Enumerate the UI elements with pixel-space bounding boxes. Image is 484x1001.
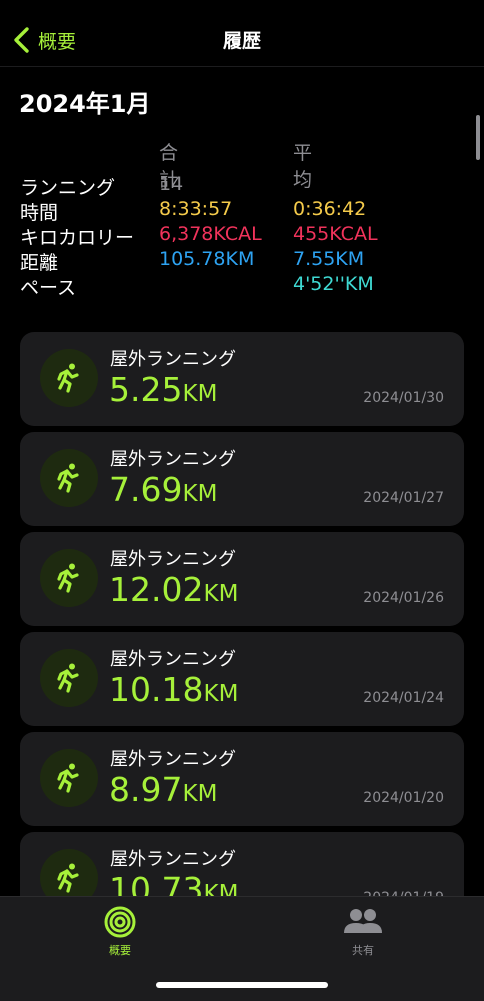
- summary-total: 8:33:57: [159, 198, 233, 220]
- distance-value: 7.69: [109, 470, 183, 509]
- workout-card[interactable]: 屋外ランニング 8.97KM 2024/01/20: [20, 732, 464, 826]
- running-icon-badge: [40, 649, 98, 707]
- distance-unit: KM: [203, 681, 239, 707]
- scroll-indicator[interactable]: [476, 115, 480, 160]
- running-figure-icon: [57, 563, 79, 593]
- summary-total: 6,378KCAL: [159, 223, 262, 245]
- distance-unit: KM: [203, 581, 239, 607]
- summary-label: 距離: [20, 252, 59, 274]
- summary-average: 4'52''KM: [293, 273, 374, 295]
- workout-title: 屋外ランニング: [110, 349, 236, 370]
- running-figure-icon: [57, 463, 79, 493]
- workout-title: 屋外ランニング: [110, 649, 236, 670]
- summary-total: 105.78KM: [159, 248, 255, 270]
- workout-title: 屋外ランニング: [110, 449, 236, 470]
- tab-label: 共有: [352, 944, 374, 957]
- workout-card[interactable]: 屋外ランニング 7.69KM 2024/01/27: [20, 432, 464, 526]
- navigation-bar: 概要 履歴: [0, 0, 484, 67]
- running-figure-icon: [57, 363, 79, 393]
- workout-distance: 7.69KM: [109, 470, 217, 514]
- workout-date: 2024/01/26: [363, 590, 444, 606]
- running-figure-icon: [57, 663, 79, 693]
- distance-unit: KM: [182, 381, 218, 407]
- summary-label: ペース: [20, 277, 77, 299]
- summary-average: 0:36:42: [293, 198, 367, 220]
- running-figure-icon: [57, 863, 79, 893]
- workout-card[interactable]: 屋外ランニング 12.02KM 2024/01/26: [20, 532, 464, 626]
- workout-distance: 8.97KM: [109, 770, 217, 814]
- workout-distance: 10.18KM: [109, 670, 238, 714]
- running-figure-icon: [57, 763, 79, 793]
- distance-value: 10.18: [109, 670, 204, 709]
- month-title: 2024年1月: [19, 90, 151, 118]
- people-icon: [344, 909, 382, 933]
- workout-card[interactable]: 屋外ランニング 5.25KM 2024/01/30: [20, 332, 464, 426]
- distance-unit: KM: [182, 481, 218, 507]
- running-icon-badge: [40, 749, 98, 807]
- workout-date: 2024/01/27: [363, 490, 444, 506]
- workout-title: 屋外ランニング: [110, 749, 236, 770]
- workout-distance: 12.02KM: [109, 570, 238, 614]
- workout-date: 2024/01/24: [363, 690, 444, 706]
- workout-card[interactable]: 屋外ランニング 10.18KM 2024/01/24: [20, 632, 464, 726]
- page-title: 履歴: [222, 30, 261, 52]
- workout-title: 屋外ランニング: [110, 549, 236, 570]
- summary-label: キロカロリー: [20, 227, 135, 249]
- distance-value: 12.02: [109, 570, 204, 609]
- summary-label: 時間: [20, 202, 59, 224]
- tab-label: 概要: [109, 944, 131, 957]
- summary-label: ランニング: [20, 177, 116, 199]
- distance-value: 5.25: [109, 370, 183, 409]
- tab-summary[interactable]: 概要: [60, 897, 180, 967]
- workout-date: 2024/01/30: [363, 390, 444, 406]
- summary-total: 14: [159, 173, 184, 195]
- running-icon-badge: [40, 349, 98, 407]
- tab-sharing[interactable]: 共有: [303, 897, 423, 967]
- home-indicator[interactable]: [156, 982, 328, 988]
- summary-average: 7.55KM: [293, 248, 365, 270]
- average-column-header: 平均: [293, 142, 313, 191]
- distance-unit: KM: [182, 781, 218, 807]
- activity-rings-icon: [104, 906, 136, 938]
- running-icon-badge: [40, 449, 98, 507]
- workout-distance: 5.25KM: [109, 370, 217, 414]
- workout-date: 2024/01/20: [363, 790, 444, 806]
- distance-value: 8.97: [109, 770, 183, 809]
- summary-average: 455KCAL: [293, 223, 378, 245]
- workout-title: 屋外ランニング: [110, 849, 236, 870]
- running-icon-badge: [40, 549, 98, 607]
